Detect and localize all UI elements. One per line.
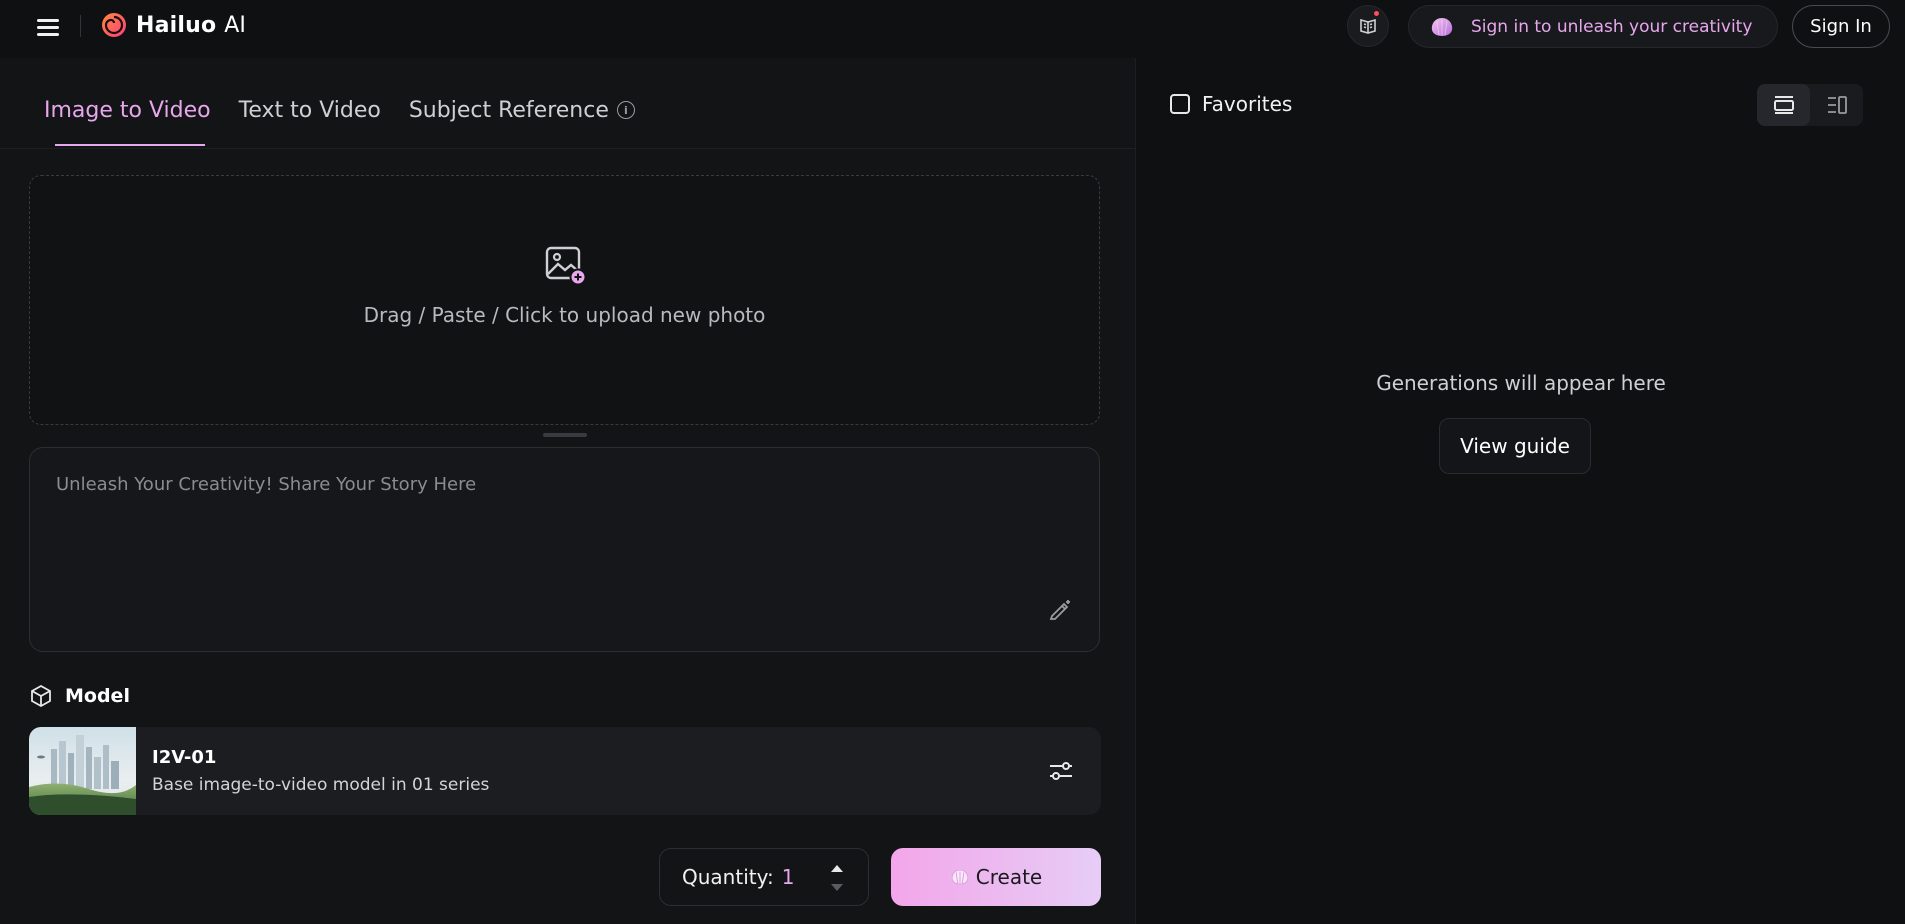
- model-name: I2V-01: [152, 747, 217, 768]
- tab-subject-reference[interactable]: Subject Reference i: [409, 90, 635, 130]
- create-button[interactable]: Create: [891, 848, 1101, 906]
- signin-promo-text: Sign in to unleash your creativity: [1471, 16, 1753, 37]
- prompt-input[interactable]: [56, 474, 1016, 604]
- sliders-icon[interactable]: [1047, 757, 1075, 785]
- empty-state-text: Generations will appear here: [1376, 371, 1666, 395]
- single-view-option[interactable]: [1757, 84, 1810, 126]
- shell-icon: [1431, 17, 1453, 36]
- quantity-value: 1: [781, 865, 795, 889]
- favorites-checkbox[interactable]: Favorites: [1170, 92, 1292, 116]
- signin-promo-pill[interactable]: Sign in to unleash your creativity: [1408, 5, 1778, 48]
- sign-in-button[interactable]: Sign In: [1792, 5, 1890, 48]
- create-panel: Image to Video Text to Video Subject Ref…: [0, 58, 1135, 924]
- quantity-arrows-icon[interactable]: [827, 861, 847, 895]
- results-panel: Favorites Generations will appear here V…: [1135, 58, 1905, 924]
- notification-dot: [1374, 11, 1379, 16]
- top-bar: Hailuo AI Sign in to unleash your creati…: [0, 0, 1905, 58]
- brand-logo[interactable]: Hailuo AI: [100, 11, 246, 39]
- brand-name: Hailuo AI: [136, 12, 247, 38]
- upload-instructions: Drag / Paste / Click to upload new photo: [363, 303, 766, 327]
- model-section-label: Model: [65, 685, 130, 707]
- tab-image-to-video[interactable]: Image to Video: [44, 90, 211, 130]
- book-icon: [1360, 18, 1376, 34]
- model-section-header: Model: [29, 684, 130, 708]
- create-button-label: Create: [975, 865, 1043, 889]
- single-column-view-icon: [1773, 96, 1794, 114]
- view-guide-button[interactable]: View guide: [1439, 418, 1591, 474]
- list-view-icon: [1827, 96, 1847, 114]
- list-view-option[interactable]: [1810, 84, 1863, 126]
- tab-subject-reference-label: Subject Reference: [408, 97, 609, 123]
- image-upload-dropzone[interactable]: Drag / Paste / Click to upload new photo: [29, 175, 1100, 425]
- shell-icon: [951, 869, 968, 885]
- active-tab-indicator: [55, 144, 205, 146]
- cube-icon: [31, 684, 51, 708]
- prompt-box: [29, 447, 1100, 652]
- model-description: Base image-to-video model in 01 series: [152, 775, 490, 795]
- magic-wand-icon[interactable]: [1047, 597, 1073, 623]
- hailuo-spiral-logo-icon: [102, 13, 126, 37]
- image-add-icon: [545, 246, 587, 286]
- view-mode-toggle: [1757, 84, 1863, 126]
- mode-tabs: Image to Video Text to Video Subject Ref…: [44, 90, 635, 130]
- resize-handle[interactable]: [543, 433, 587, 437]
- tab-text-to-video[interactable]: Text to Video: [239, 90, 381, 130]
- quantity-stepper[interactable]: Quantity: 1: [659, 848, 869, 906]
- model-thumbnail-image: [29, 727, 136, 815]
- favorites-checkbox-box[interactable]: [1170, 94, 1190, 114]
- info-icon[interactable]: i: [616, 101, 635, 119]
- model-selector-card[interactable]: I2V-01 Base image-to-video model in 01 s…: [29, 727, 1101, 815]
- tabs-divider: [0, 148, 1135, 149]
- hamburger-menu-icon[interactable]: [36, 15, 60, 39]
- quantity-label: Quantity:: [682, 865, 774, 889]
- docs-button[interactable]: [1347, 5, 1389, 47]
- header-divider: [80, 15, 81, 37]
- favorites-label: Favorites: [1202, 92, 1293, 116]
